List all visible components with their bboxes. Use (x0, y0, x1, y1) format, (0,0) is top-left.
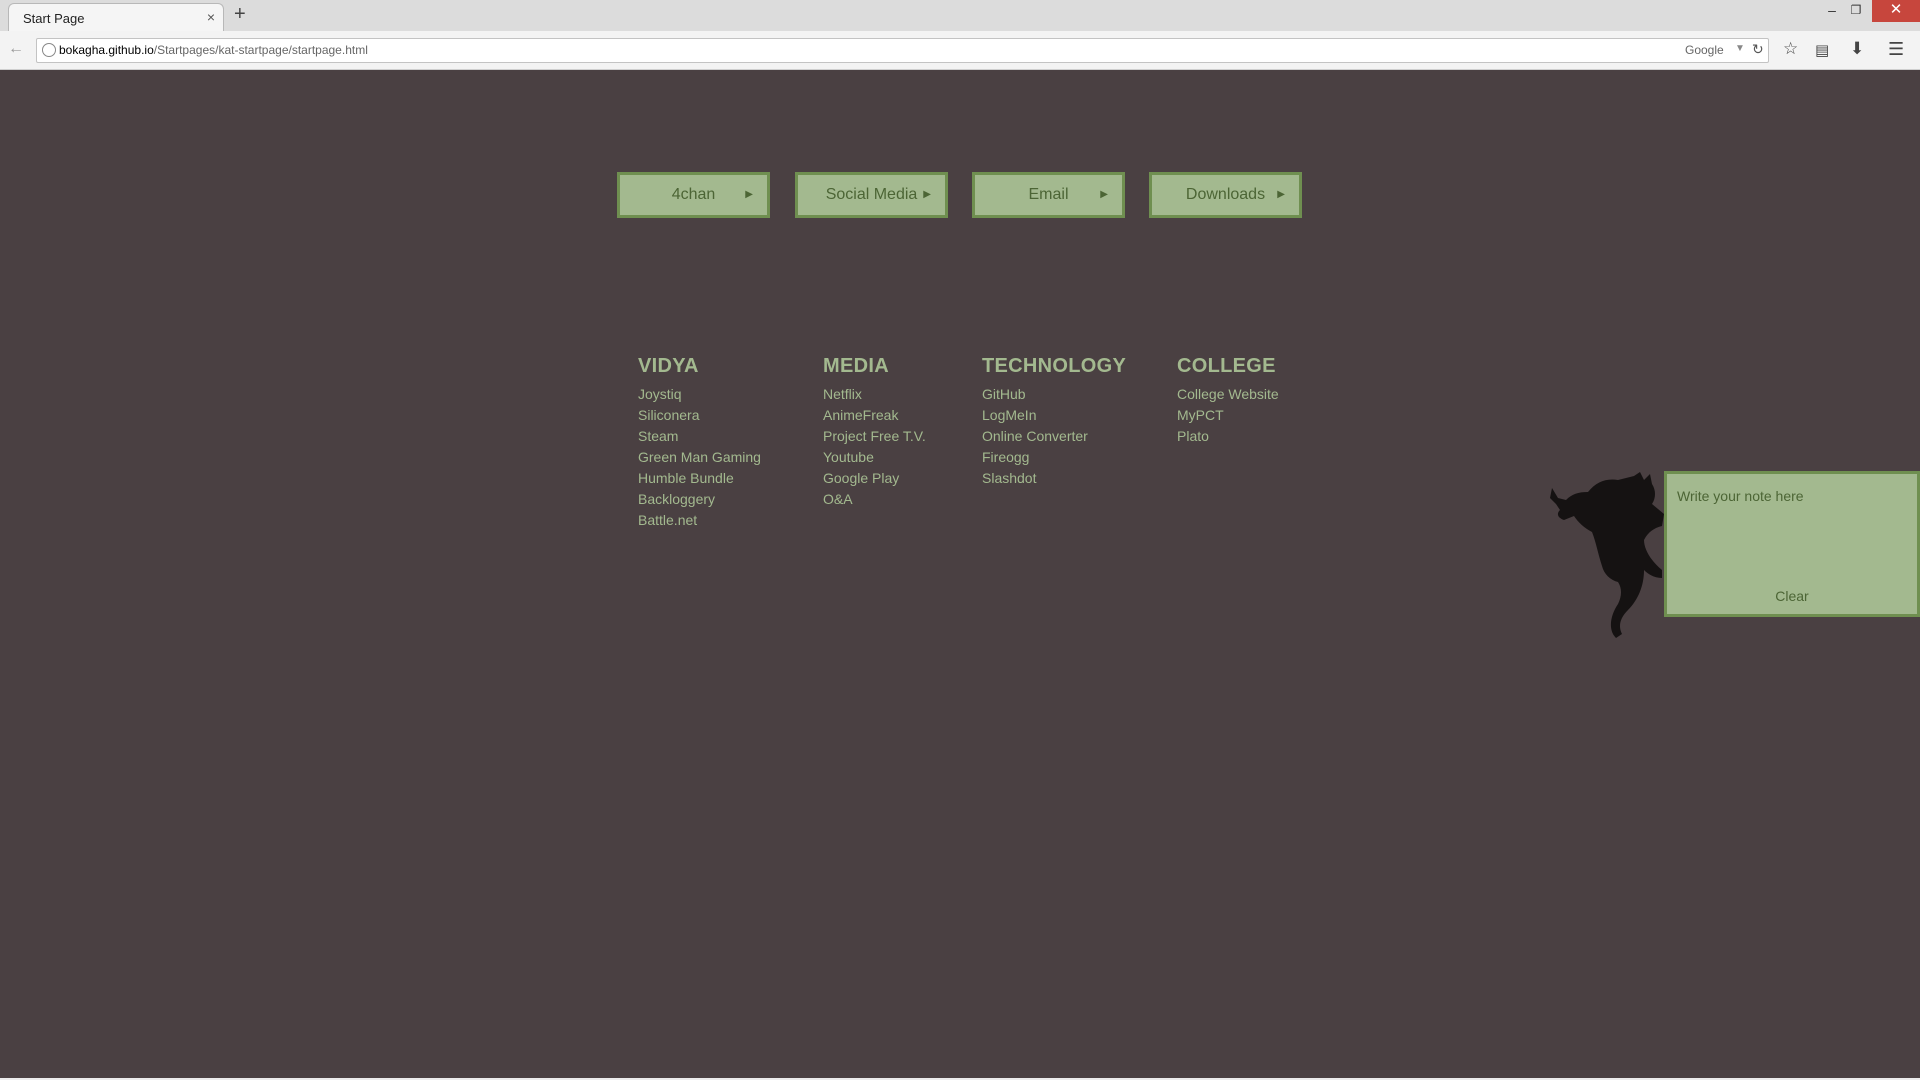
dropdown-label: Downloads (1185, 186, 1266, 203)
caret-right-icon: ▶ (923, 189, 931, 200)
link-youtube[interactable]: Youtube (823, 447, 926, 468)
link-netflix[interactable]: Netflix (823, 384, 926, 405)
clear-note-button[interactable]: Clear (1667, 588, 1917, 604)
reload-icon[interactable]: ↻ (1752, 41, 1764, 58)
link-logmein[interactable]: LogMeIn (982, 405, 1126, 426)
caret-right-icon: ▶ (1277, 189, 1285, 200)
dropdown-downloads-button[interactable]: Downloads ▶ (1149, 172, 1302, 218)
dropdown-4chan-button[interactable]: 4chan ▶ (617, 172, 770, 218)
menu-icon[interactable]: ☰ (1888, 39, 1904, 60)
active-tab[interactable]: Start Page × (8, 3, 224, 31)
dropdown-email-button[interactable]: Email ▶ (972, 172, 1125, 218)
column-title: TECHNOLOGY (982, 355, 1127, 377)
link-plato[interactable]: Plato (1177, 426, 1279, 447)
link-battle-net[interactable]: Battle.net (638, 510, 761, 531)
column-title: COLLEGE (1177, 355, 1276, 377)
link-fireogg[interactable]: Fireogg (982, 447, 1126, 468)
link-mypct[interactable]: MyPCT (1177, 405, 1279, 426)
link-steam[interactable]: Steam (638, 426, 761, 447)
tab-title: Start Page (23, 11, 85, 26)
link-backloggery[interactable]: Backloggery (638, 489, 761, 510)
cat-silhouette-icon (1550, 472, 1664, 638)
restore-window-button[interactable]: ❐ (1838, 0, 1874, 22)
search-engine-label[interactable]: Google (1685, 43, 1724, 57)
link-online-converter[interactable]: Online Converter (982, 426, 1126, 447)
link-o-and-a[interactable]: O&A (823, 489, 926, 510)
chevron-down-icon[interactable]: ▼ (1735, 43, 1745, 54)
url-text[interactable]: bokagha.github.io/Startpages/kat-startpa… (59, 43, 368, 57)
link-column-college: COLLEGE College Website MyPCT Plato (1177, 355, 1279, 447)
address-bar[interactable]: bokagha.github.io/Startpages/kat-startpa… (36, 38, 1769, 63)
link-animefreak[interactable]: AnimeFreak (823, 405, 926, 426)
bookmark-star-icon[interactable]: ☆ (1783, 39, 1798, 59)
new-tab-icon[interactable]: + (234, 3, 246, 26)
dropdown-label: Email (1028, 186, 1069, 203)
link-google-play[interactable]: Google Play (823, 468, 926, 489)
link-college-website[interactable]: College Website (1177, 384, 1279, 405)
caret-right-icon: ▶ (1100, 189, 1108, 200)
link-slashdot[interactable]: Slashdot (982, 468, 1126, 489)
tab-strip: Start Page × + – ❐ ✕ (0, 0, 1920, 31)
dropdown-label: 4chan (671, 186, 716, 203)
link-green-man-gaming[interactable]: Green Man Gaming (638, 447, 761, 468)
site-info-icon[interactable] (42, 43, 56, 57)
link-column-vidya: VIDYA Joystiq Siliconera Steam Green Man… (638, 355, 761, 531)
column-title: MEDIA (823, 355, 889, 377)
link-humble-bundle[interactable]: Humble Bundle (638, 468, 761, 489)
column-title: VIDYA (638, 355, 699, 377)
link-github[interactable]: GitHub (982, 384, 1126, 405)
link-joystiq[interactable]: Joystiq (638, 384, 761, 405)
tab-close-icon[interactable]: × (207, 9, 215, 25)
link-column-media: MEDIA Netflix AnimeFreak Project Free T.… (823, 355, 926, 510)
back-arrow-icon[interactable]: ← (8, 40, 24, 58)
caret-right-icon: ▶ (745, 189, 753, 200)
link-siliconera[interactable]: Siliconera (638, 405, 761, 426)
link-project-free-tv[interactable]: Project Free T.V. (823, 426, 926, 447)
dropdown-social-media-button[interactable]: Social Media ▶ (795, 172, 948, 218)
note-textarea[interactable] (1677, 488, 1907, 558)
navigation-toolbar: ← bokagha.github.io/Startpages/kat-start… (0, 31, 1920, 70)
url-host: bokagha.github.io (59, 43, 154, 57)
close-window-button[interactable]: ✕ (1872, 0, 1920, 22)
bookmarks-list-icon[interactable]: ▤ (1815, 41, 1829, 59)
note-widget: Clear (1664, 471, 1920, 617)
url-path: /Startpages/kat-startpage/startpage.html (153, 43, 368, 57)
dropdown-label: Social Media (825, 186, 918, 203)
link-column-technology: TECHNOLOGY GitHub LogMeIn Online Convert… (982, 355, 1126, 489)
download-icon[interactable]: ⬇ (1850, 39, 1864, 59)
